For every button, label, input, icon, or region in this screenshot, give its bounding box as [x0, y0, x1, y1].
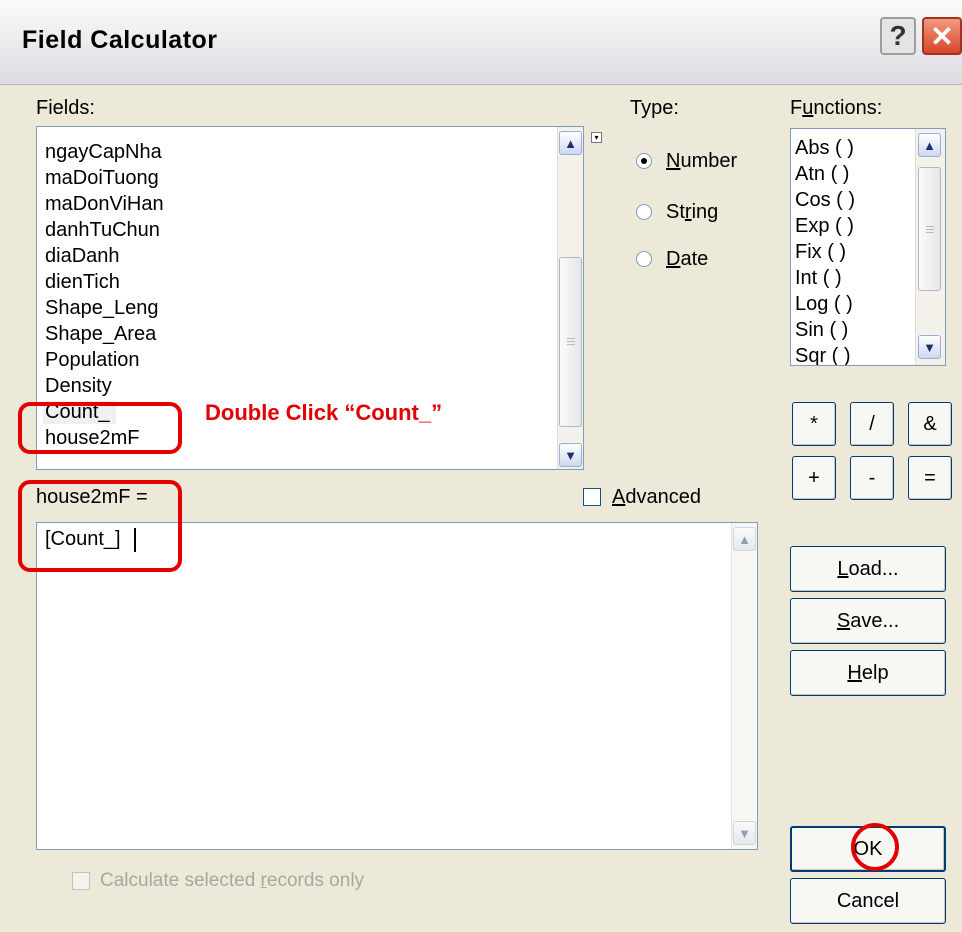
function-item[interactable]: Log ( ) [795, 293, 853, 316]
scroll-down-icon[interactable]: ▼ [733, 821, 756, 845]
function-item[interactable]: Int ( ) [795, 267, 842, 290]
list-item[interactable]: Shape_Leng [45, 297, 158, 320]
list-item[interactable]: diaDanh [45, 245, 120, 268]
function-item[interactable]: Atn ( ) [795, 163, 849, 186]
list-item[interactable]: Shape_Area [45, 323, 156, 346]
type-label: Type: [630, 97, 679, 119]
operator-button[interactable]: / [850, 402, 894, 446]
operator-button[interactable]: + [792, 456, 836, 500]
scroll-up-icon[interactable]: ▲ [559, 131, 582, 155]
expression-scrollbar[interactable]: ▲ ▼ [731, 523, 757, 849]
type-label-date: Date [666, 248, 709, 270]
list-item[interactable]: Population [45, 349, 140, 372]
functions-scrollbar[interactable]: ▲ ▼ [915, 129, 945, 365]
function-item[interactable]: Abs ( ) [795, 137, 854, 160]
annotation-text: Double Click “Count_” [205, 400, 443, 425]
cancel-button[interactable]: Cancel [790, 878, 946, 924]
function-item[interactable]: Sqr ( ) [795, 345, 851, 365]
function-item[interactable]: Exp ( ) [795, 215, 854, 238]
title-bar: Field Calculator ? ✕ [0, 0, 962, 85]
type-radio-string[interactable] [636, 204, 652, 220]
annotation-circle-ok [851, 823, 899, 871]
advanced-checkbox[interactable] [583, 488, 601, 506]
function-item[interactable]: Cos ( ) [795, 189, 855, 212]
load-button[interactable]: Load... [790, 546, 946, 592]
list-item[interactable]: Density [45, 375, 112, 398]
type-radio-date[interactable] [636, 251, 652, 267]
save-button[interactable]: Save... [790, 598, 946, 644]
help-icon[interactable]: ? [880, 17, 916, 55]
help-button[interactable]: Help [790, 650, 946, 696]
calculate-selected-checkbox [72, 872, 90, 890]
calculate-selected-label: Calculate selected records only [100, 870, 365, 891]
list-item[interactable]: danhTuChun [45, 219, 160, 242]
scroll-down-icon[interactable]: ▼ [559, 443, 582, 467]
function-item[interactable]: Fix ( ) [795, 241, 846, 264]
list-item[interactable]: maDonViHan [45, 193, 164, 216]
scroll-thumb[interactable] [559, 257, 582, 427]
scroll-thumb[interactable] [918, 167, 941, 291]
field-calculator-dialog: Field Calculator ? ✕ Fields: ngayCapNha m… [0, 0, 962, 932]
field-dropdown-icon[interactable]: ▾ [591, 132, 602, 143]
annotation-box-expression [18, 480, 182, 572]
fields-scrollbar[interactable]: ▲ ▼ [557, 127, 583, 469]
dialog-title: Field Calculator [22, 26, 218, 54]
list-item[interactable]: ngayCapNha [45, 141, 162, 164]
type-label-number: Number [666, 150, 738, 172]
operator-button[interactable]: = [908, 456, 952, 500]
list-item[interactable]: dienTich [45, 271, 120, 294]
advanced-label: Advanced [612, 486, 701, 508]
type-label-string: String [666, 201, 719, 223]
functions-list[interactable]: Abs ( ) Atn ( ) Cos ( ) Exp ( ) Fix ( ) Int (… [790, 128, 946, 366]
operator-button[interactable]: - [850, 456, 894, 500]
list-item[interactable]: maDoiTuong [45, 167, 159, 190]
scroll-up-icon[interactable]: ▲ [918, 133, 941, 157]
operator-button[interactable]: * [792, 402, 836, 446]
type-radio-number[interactable] [636, 153, 652, 169]
functions-label: Functions: [790, 97, 883, 119]
scroll-down-icon[interactable]: ▼ [918, 335, 941, 359]
operator-button[interactable]: & [908, 402, 952, 446]
function-item[interactable]: Sin ( ) [795, 319, 848, 342]
annotation-box-count-field [18, 402, 182, 454]
close-icon[interactable]: ✕ [922, 17, 962, 55]
fields-label: Fields: [36, 97, 95, 119]
scroll-up-icon[interactable]: ▲ [733, 527, 756, 551]
